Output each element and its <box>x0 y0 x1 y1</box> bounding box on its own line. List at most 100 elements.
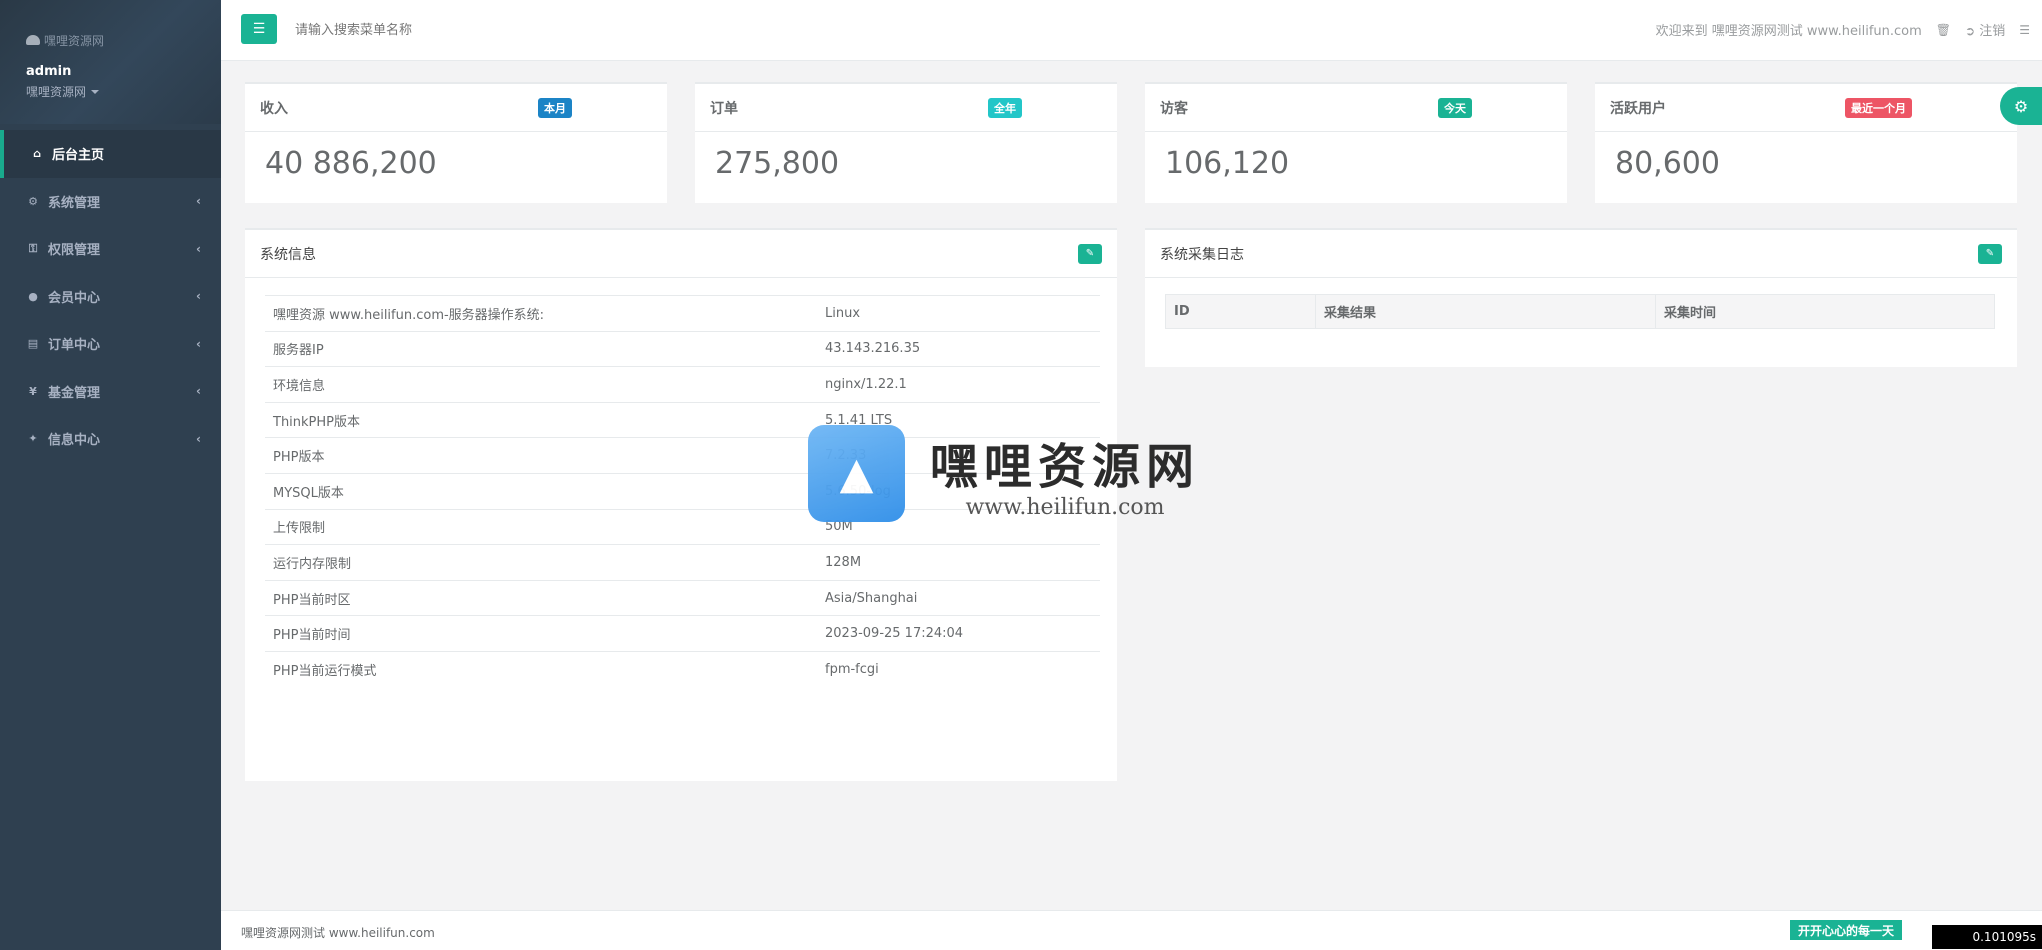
trash-icon[interactable]: 🗑 <box>1936 23 1951 37</box>
stat-card-header: 订单 全年 <box>695 84 1117 132</box>
panel-header: 系统信息 ✎ <box>245 230 1117 278</box>
search-input[interactable] <box>295 18 595 42</box>
stat-card-visitors: 访客 今天 106,120 <box>1145 82 1567 203</box>
stat-badge: 本月 <box>538 97 572 118</box>
collapse-button[interactable]: ✎ <box>1078 243 1102 264</box>
watermark-logo-icon: ▲ <box>808 425 905 522</box>
toggle-menu-button[interactable]: ☰ <box>241 14 277 44</box>
list-icon: ▤ <box>27 337 39 351</box>
wrench-icon: ✎ <box>1085 248 1095 259</box>
stat-title: 活跃用户 <box>1610 100 1666 117</box>
yen-icon: ¥ <box>29 384 37 398</box>
panel-title: 系统采集日志 <box>1160 246 1244 263</box>
key-icon: ⚿ <box>28 241 38 255</box>
info-key: MYSQL版本 <box>265 472 817 510</box>
footer: 嘿哩资源网测试 www.heilifun.com 开开心心的每一天 0.1010… <box>221 910 2042 950</box>
sidebar-item-system[interactable]: ⚙ 系统管理 ‹ <box>0 178 221 226</box>
stat-card-header: 活跃用户 最近一个月 <box>1595 84 2017 132</box>
sidebar: 嘿哩资源网 admin 嘿哩资源网 ⌂ 后台主页 ⚙ 系统管理 ‹ ⚿ 权限管理… <box>0 0 221 950</box>
wrench-icon: ✎ <box>1985 248 1995 259</box>
stat-badge: 今天 <box>1438 97 1472 118</box>
sidebar-item-info[interactable]: ✦ 信息中心 ‹ <box>0 415 221 463</box>
stat-title: 订单 <box>710 100 738 117</box>
stat-card-header: 访客 今天 <box>1145 84 1567 132</box>
watermark: ▲ 嘿哩资源网 www.heilifun.com <box>808 425 1200 522</box>
chevron-left-icon: ‹ <box>196 384 201 399</box>
footer-copyright: 嘿哩资源网测试 www.heilifun.com <box>241 926 435 940</box>
site-name: 嘿哩资源网 <box>26 85 87 99</box>
site-dropdown[interactable]: 嘿哩资源网 <box>26 83 221 100</box>
welcome-text: 欢迎来到 嘿哩资源网测试 www.heilifun.com <box>1655 24 1922 39</box>
bars-icon: ☰ <box>252 21 266 37</box>
stat-card-orders: 订单 全年 275,800 <box>695 82 1117 203</box>
watermark-text: 嘿哩资源网 www.heilifun.com <box>930 427 1200 520</box>
table-row: PHP当前时区 Asia/Shanghai <box>265 579 1100 616</box>
logo-text: 嘿哩资源网 <box>44 33 105 48</box>
stat-title: 访客 <box>1160 100 1188 117</box>
sidebar-nav: ⌂ 后台主页 ⚙ 系统管理 ‹ ⚿ 权限管理 ‹ ● 会员中心 ‹ ▤ 订单中心… <box>0 130 221 463</box>
table-row: PHP当前时间 2023-09-25 17:24:04 <box>265 615 1100 652</box>
column-header-id: ID <box>1165 294 1316 329</box>
info-value: nginx/1.22.1 <box>817 366 1100 403</box>
info-value: 43.143.216.35 <box>817 330 1100 367</box>
sidebar-item-label: 会员中心 <box>48 290 101 306</box>
stat-badge: 最近一个月 <box>1845 97 1912 118</box>
top-bar: ☰ 欢迎来到 嘿哩资源网测试 www.heilifun.com 🗑 ➲ 注销 ☰ <box>221 0 2042 61</box>
stat-value: 106,120 <box>1165 146 1290 181</box>
info-key: PHP版本 <box>265 437 817 474</box>
sidebar-item-home[interactable]: ⌂ 后台主页 <box>0 130 221 178</box>
logo: 嘿哩资源网 <box>26 30 221 50</box>
logout-link[interactable]: ➲ 注销 <box>1965 20 2005 39</box>
watermark-title: 嘿哩资源网 <box>930 439 1201 495</box>
chevron-left-icon: ‹ <box>196 431 201 446</box>
sidebar-item-label: 订单中心 <box>48 338 101 354</box>
info-key: 运行内存限制 <box>265 544 817 581</box>
chevron-left-icon: ‹ <box>196 289 201 304</box>
username[interactable]: admin <box>26 64 221 79</box>
collection-log-panel: 系统采集日志 ✎ ID 采集结果 采集时间 <box>1145 228 2017 367</box>
info-value: Linux <box>817 295 1100 332</box>
table-row: 运行内存限制 128M <box>265 544 1100 581</box>
info-key: 上传限制 <box>265 508 817 545</box>
logo-icon <box>26 35 40 45</box>
info-value: 2023-09-25 17:24:04 <box>817 615 1100 652</box>
footer-banner: 开开心心的每一天 <box>1789 920 1902 940</box>
profile-panel: 嘿哩资源网 admin 嘿哩资源网 <box>0 0 221 124</box>
home-icon: ⌂ <box>33 147 41 161</box>
stat-card-active-users: 活跃用户 最近一个月 80,600 <box>1595 82 2017 203</box>
panel-header: 系统采集日志 ✎ <box>1145 230 2017 278</box>
info-key: PHP当前时间 <box>265 615 817 652</box>
wrench-icon: ✦ <box>28 432 38 446</box>
logout-label: 注销 <box>1979 24 2006 39</box>
stat-title: 收入 <box>260 100 288 117</box>
info-value: 128M <box>817 544 1100 581</box>
info-key: 嘿哩资源 www.heilifun.com-服务器操作系统: <box>265 295 817 332</box>
sidebar-item-label: 权限管理 <box>48 243 101 259</box>
theme-settings-button[interactable]: ⚙ <box>2000 87 2042 125</box>
sidebar-item-member[interactable]: ● 会员中心 ‹ <box>0 273 221 321</box>
table-row: 嘿哩资源 www.heilifun.com-服务器操作系统: Linux <box>265 295 1100 332</box>
column-header-time: 采集时间 <box>1655 294 1995 329</box>
info-key: PHP当前运行模式 <box>265 650 817 688</box>
stat-value: 80,600 <box>1615 146 1720 181</box>
collapse-button[interactable]: ✎ <box>1978 243 2002 264</box>
tasks-icon[interactable]: ☰ <box>2019 23 2030 37</box>
sidebar-item-label: 后台主页 <box>52 148 105 164</box>
gears-icon: ⚙ <box>2013 96 2029 116</box>
sidebar-item-permission[interactable]: ⚿ 权限管理 ‹ <box>0 225 221 273</box>
user-icon: ● <box>28 289 38 303</box>
chevron-left-icon: ‹ <box>196 194 201 209</box>
caret-down-icon <box>91 89 100 94</box>
page-timer: 0.101095s <box>1932 925 2042 949</box>
top-right: 欢迎来到 嘿哩资源网测试 www.heilifun.com 🗑 ➲ 注销 ☰ <box>1655 20 2030 40</box>
stat-value: 40 886,200 <box>265 146 437 181</box>
chevron-left-icon: ‹ <box>196 336 201 351</box>
table-header-row: ID 采集结果 采集时间 <box>1165 294 1995 329</box>
watermark-url: www.heilifun.com <box>965 495 1165 520</box>
table-row: 环境信息 nginx/1.22.1 <box>265 366 1100 403</box>
sidebar-item-label: 基金管理 <box>48 385 101 401</box>
sidebar-item-fund[interactable]: ¥ 基金管理 ‹ <box>0 368 221 416</box>
sidebar-item-label: 信息中心 <box>48 433 101 449</box>
sidebar-item-order[interactable]: ▤ 订单中心 ‹ <box>0 320 221 368</box>
info-value: Asia/Shanghai <box>817 579 1100 616</box>
